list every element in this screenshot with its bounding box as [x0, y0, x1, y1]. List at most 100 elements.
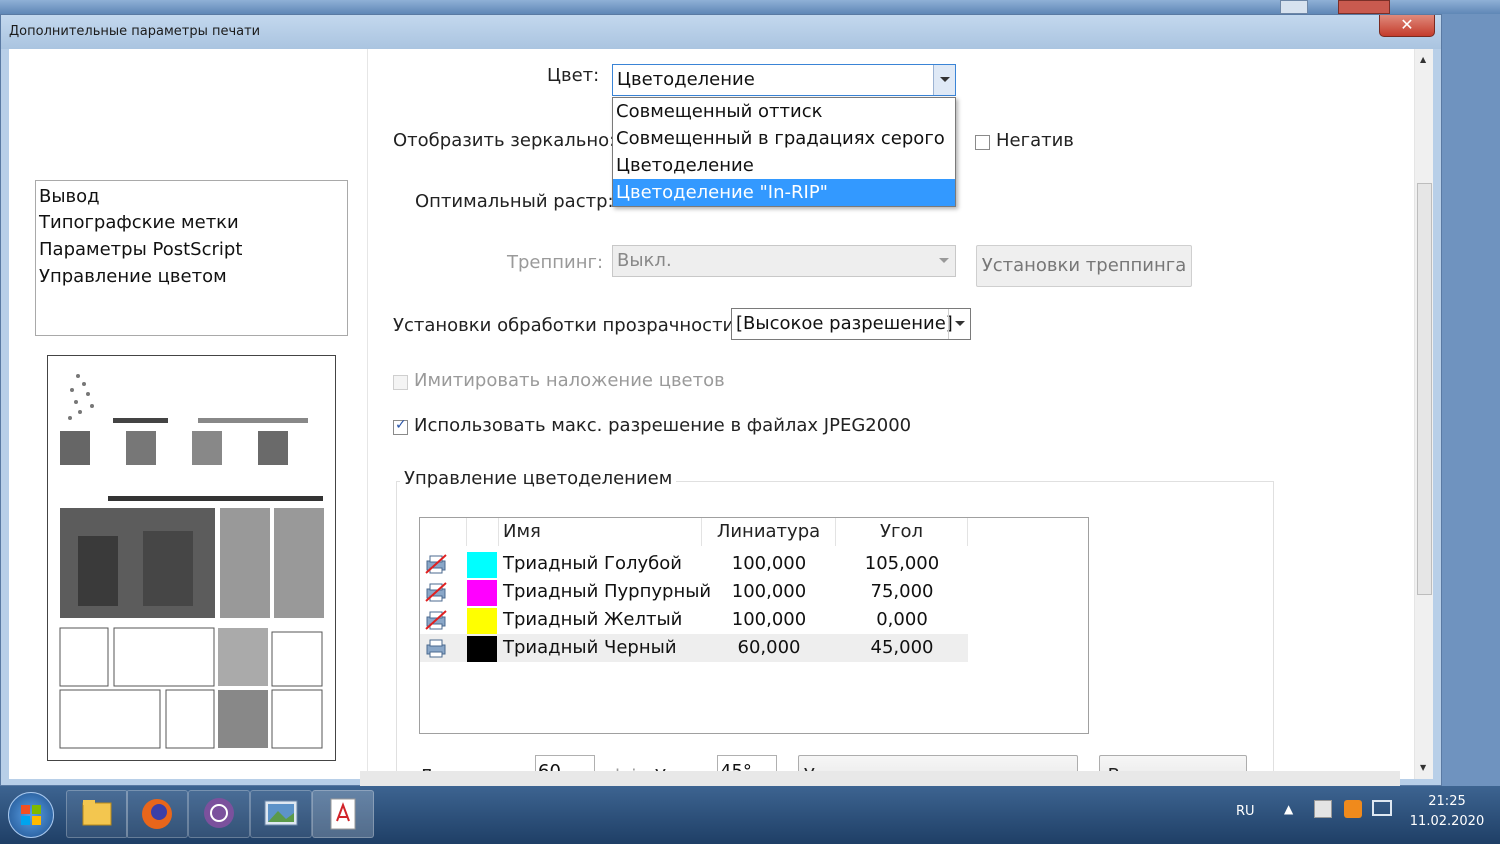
printer-disabled-icon[interactable]	[424, 609, 448, 631]
separation-name: Триадный Голубой	[503, 553, 682, 574]
scrollbar-thumb[interactable]	[1417, 183, 1432, 595]
column-filler-header	[968, 518, 1088, 546]
clock-time: 21:25	[1428, 794, 1466, 809]
action-center-flag-icon[interactable]	[1314, 800, 1332, 818]
optimal-raster-label: Оптимальный растр:	[415, 191, 614, 212]
separation-angle: 45,000	[870, 637, 934, 658]
separation-lpi: 60,000	[737, 637, 801, 658]
clock[interactable]: 21:25 11.02.2020	[1402, 792, 1492, 832]
taskbar-acrobat[interactable]	[312, 790, 374, 838]
title-bar: Дополнительные параметры печати ✕	[1, 15, 1441, 49]
column-lpi-header[interactable]: Линиатура	[702, 518, 836, 546]
printer-disabled-icon[interactable]	[424, 581, 448, 603]
clock-date: 11.02.2020	[1409, 814, 1485, 829]
column-color-header	[467, 518, 499, 546]
color-label: Цвет:	[547, 65, 600, 86]
language-indicator[interactable]: RU	[1236, 804, 1255, 819]
folder-icon	[82, 800, 112, 826]
photo-viewer-icon	[264, 800, 298, 826]
negative-checkbox[interactable]	[975, 135, 990, 150]
trapping-settings-button[interactable]: Установки треппинга	[976, 245, 1192, 287]
page-preview	[47, 355, 336, 761]
taskbar-viber[interactable]	[188, 790, 250, 838]
mirror-label: Отобразить зеркально:	[393, 130, 616, 151]
column-print-header	[420, 518, 467, 546]
background-document-strip	[360, 771, 1400, 786]
transparency-select-value: [Высокое разрешение]	[736, 313, 953, 334]
jpeg2000-label: Использовать макс. разрешение в файлах J…	[414, 415, 912, 436]
color-swatch	[467, 608, 497, 634]
separation-lpi: 100,000	[731, 581, 807, 602]
simulate-overprint-checkbox[interactable]	[393, 375, 408, 390]
color-option-composite-gray[interactable]: Совмещенный в градациях серого	[613, 125, 955, 152]
column-angle-header[interactable]: Угол	[836, 518, 968, 546]
close-button[interactable]: ✕	[1379, 15, 1435, 37]
color-option-inrip-separations[interactable]: Цветоделение "In-RIP"	[613, 179, 955, 206]
separation-lpi: 100,000	[731, 553, 807, 574]
network-icon[interactable]	[1372, 800, 1392, 816]
scroll-down-arrow-icon[interactable]: ▼	[1420, 763, 1426, 772]
tray-app-icon[interactable]	[1344, 800, 1362, 818]
trapping-select-value: Выкл.	[617, 250, 672, 271]
category-item-printer-marks[interactable]: Типографские метки	[39, 210, 239, 236]
transparency-label: Установки обработки прозрачности:	[393, 315, 741, 336]
color-dropdown-list[interactable]: Совмещенный оттиск Совмещенный в градаци…	[612, 97, 956, 207]
separations-table[interactable]: Имя Линиатура Угол Триадный Голубой 100,…	[419, 517, 1089, 734]
firefox-icon	[142, 799, 172, 829]
printer-disabled-icon[interactable]	[424, 553, 448, 575]
table-row[interactable]: Триадный Желтый 100,000 0,000	[420, 606, 968, 634]
window-title: Дополнительные параметры печати	[9, 24, 261, 39]
color-option-separations[interactable]: Цветоделение	[613, 152, 955, 179]
separations-group-label: Управление цветоделением	[400, 468, 677, 489]
left-pane: Вывод Типографские метки Параметры PostS…	[9, 49, 367, 779]
print-options-dialog: Дополнительные параметры печати ✕ Вывод …	[0, 14, 1442, 786]
category-item-postscript[interactable]: Параметры PostScript	[39, 237, 242, 263]
background-close-button[interactable]	[1338, 0, 1390, 14]
transparency-select[interactable]: [Высокое разрешение]	[731, 308, 971, 340]
jpeg2000-checkbox[interactable]	[393, 417, 408, 435]
category-item-color-management[interactable]: Управление цветом	[39, 264, 227, 290]
taskbar-explorer[interactable]	[66, 790, 128, 838]
printer-icon[interactable]	[424, 637, 448, 659]
chevron-down-icon	[948, 309, 970, 339]
viber-icon	[204, 798, 234, 828]
color-swatch	[467, 580, 497, 606]
show-hidden-icons-icon[interactable]: ▲	[1284, 802, 1293, 816]
dialog-content: Вывод Типографские метки Параметры PostS…	[9, 49, 1433, 779]
table-row[interactable]: Триадный Пурпурный 100,000 75,000	[420, 578, 968, 606]
chevron-down-icon	[933, 65, 955, 95]
windows-logo-icon	[21, 805, 41, 825]
color-option-composite[interactable]: Совмещенный оттиск	[613, 98, 955, 125]
taskbar-firefox[interactable]	[126, 790, 188, 838]
column-name-header[interactable]: Имя	[499, 518, 702, 546]
negative-label: Негатив	[996, 130, 1074, 151]
acrobat-icon	[330, 798, 356, 830]
separation-lpi: 100,000	[731, 609, 807, 630]
taskbar-photo-viewer[interactable]	[250, 790, 312, 838]
pane-divider	[367, 49, 368, 779]
color-select-value: Цветоделение	[617, 69, 755, 90]
vertical-scrollbar[interactable]: ▲ ▼	[1414, 49, 1433, 779]
separation-name: Триадный Черный	[503, 637, 677, 658]
start-button[interactable]	[8, 792, 54, 838]
category-list[interactable]: Вывод Типографские метки Параметры PostS…	[35, 180, 348, 336]
simulate-overprint-label: Имитировать наложение цветов	[414, 370, 725, 391]
scroll-up-arrow-icon[interactable]: ▲	[1420, 55, 1426, 64]
taskbar: RU ▲ 21:25 11.02.2020	[0, 786, 1500, 844]
color-swatch	[467, 552, 497, 578]
chevron-down-icon	[933, 246, 955, 276]
trapping-label: Треппинг:	[507, 252, 604, 273]
table-row-selected[interactable]: Триадный Черный 60,000 45,000	[420, 634, 968, 662]
separation-name: Триадный Желтый	[503, 609, 683, 630]
separation-angle: 0,000	[876, 609, 928, 630]
background-maximize-button[interactable]	[1280, 0, 1308, 14]
table-row[interactable]: Триадный Голубой 100,000 105,000	[420, 550, 968, 578]
trapping-select[interactable]: Выкл.	[612, 245, 956, 277]
category-item-output[interactable]: Вывод	[39, 184, 100, 210]
background-app-strip	[0, 0, 1500, 14]
newspaper-preview-image	[48, 356, 335, 760]
separation-angle: 75,000	[870, 581, 934, 602]
color-swatch	[467, 636, 497, 662]
color-select[interactable]: Цветоделение	[612, 64, 956, 96]
separation-name: Триадный Пурпурный	[503, 581, 712, 602]
